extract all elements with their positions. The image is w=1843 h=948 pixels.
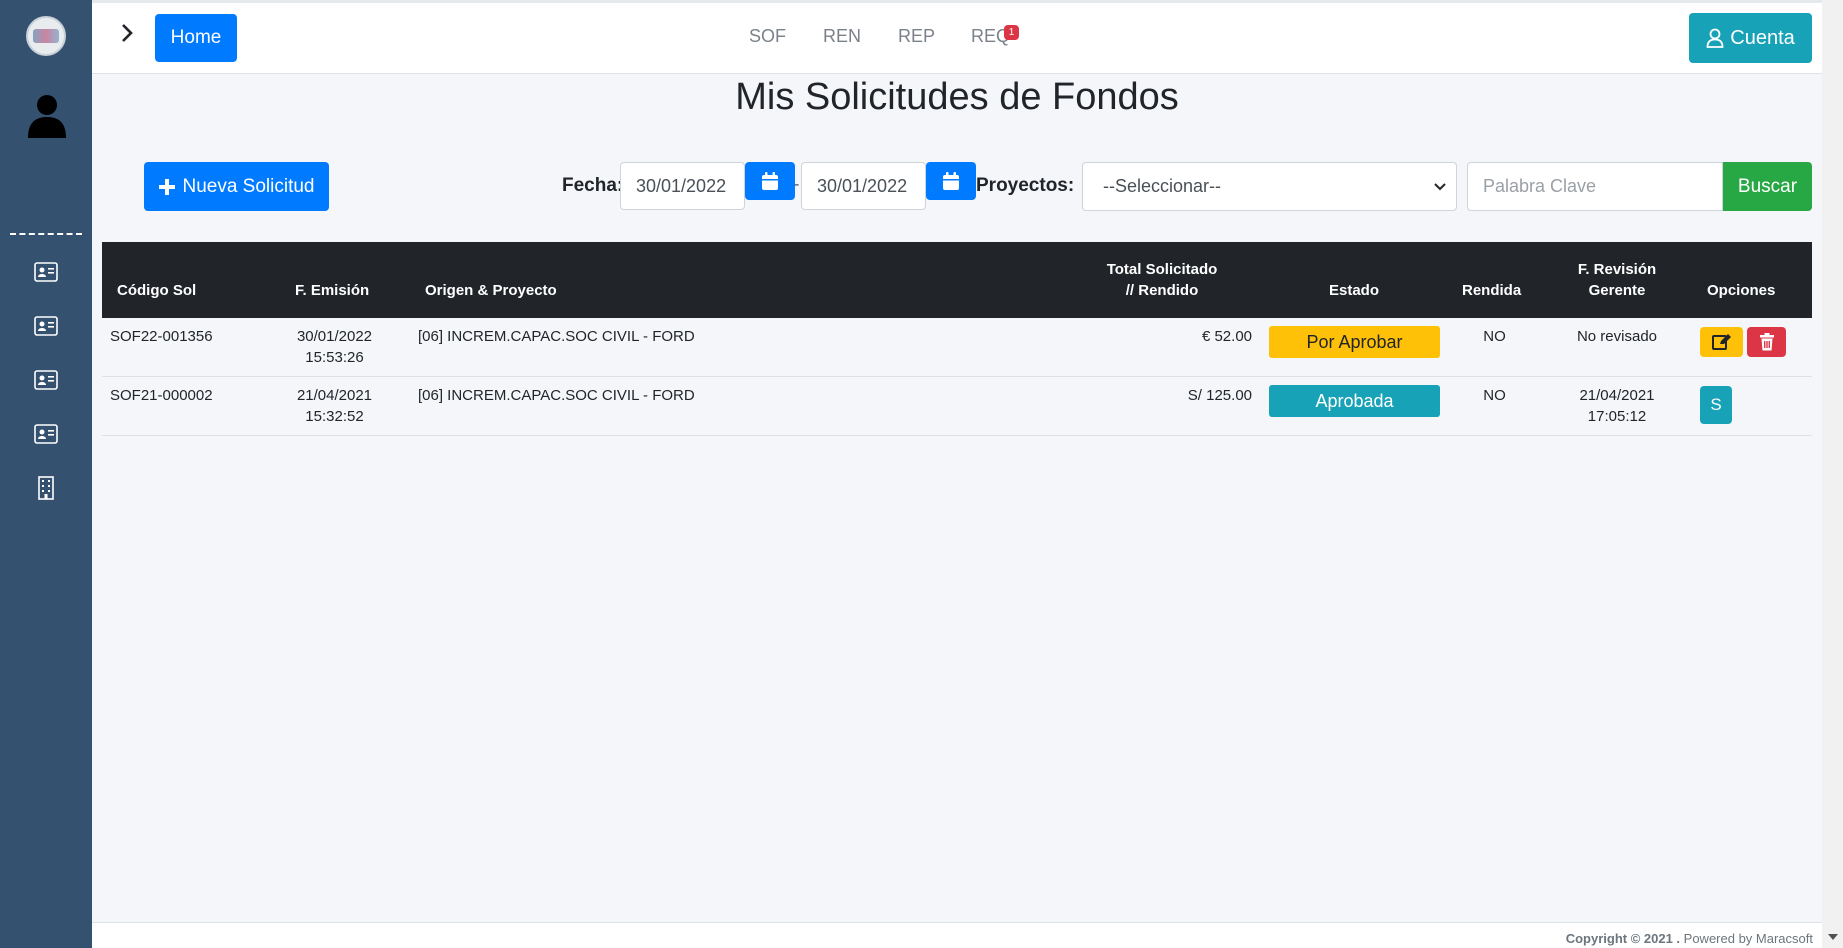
projects-select[interactable]: --Seleccionar-- [1082,162,1457,211]
header-total-line2: // Rendido [1125,282,1199,299]
calendar-icon [943,172,959,190]
header-review-line2: Gerente [1588,282,1646,299]
account-label: Cuenta [1730,26,1795,49]
footer: Copyright © 2021 . Powered by Maracsoft [92,922,1843,948]
calendar-icon [762,172,778,190]
id-card-icon[interactable] [34,262,58,282]
cell-review-line1: No revisado [1576,328,1658,345]
nav-link-rep[interactable]: REP [898,26,935,47]
scroll-down-arrow-icon[interactable] [1828,934,1838,940]
id-card-icon[interactable] [34,424,58,444]
top-navbar [92,0,1843,74]
projects-label: Proyectos: [976,175,1075,196]
cell-review: No revisado [1562,326,1672,347]
keyword-input[interactable]: Palabra Clave [1467,162,1723,211]
date-separator: - [794,176,800,193]
status-badge: Por Aprobar [1269,326,1440,358]
header-total-line1: Total Solicitado [1106,261,1218,278]
cell-code: SOF22-001356 [110,328,213,345]
footer-copyright: Copyright © 2021 . [1565,931,1681,946]
cell-rendered: NO [1483,387,1506,404]
header-review: F. Revisión Gerente [1567,259,1667,301]
user-icon [1706,28,1724,48]
footer-powered: Powered by Maracsoft [1683,931,1813,946]
sidebar-divider [10,233,82,235]
cell-origin: [06] INCREM.CAPAC.SOC CIVIL - FORD [418,387,695,404]
cell-emission: 21/04/2021 15:32:52 [267,385,402,427]
cell-review-line2: 17:05:12 [1587,408,1647,425]
cell-rendered: NO [1483,328,1506,345]
projects-selected-value: --Seleccionar-- [1103,176,1222,196]
chevron-right-icon[interactable] [118,22,136,44]
cell-emission-time: 15:53:26 [305,349,364,366]
new-request-button[interactable]: Nueva Solicitud [144,162,329,211]
header-review-line1: F. Revisión [1577,261,1657,278]
header-code: Código Sol [117,282,197,299]
chevron-down-icon [1434,182,1446,190]
date-label: Fecha: [562,175,624,196]
cell-total: S/ 125.00 [1187,387,1252,404]
cell-review-line1: 21/04/2021 [1579,387,1655,404]
cell-code: SOF21-000002 [110,387,213,404]
header-emission: F. Emisión [295,282,370,299]
date-to-calendar-button[interactable] [926,162,976,200]
user-avatar-icon[interactable] [26,92,68,138]
header-rendered: Rendida [1462,282,1522,299]
cell-emission-date: 21/04/2021 [296,387,373,404]
page-title: Mis Solicitudes de Fondos [735,76,1179,118]
id-card-icon[interactable] [34,316,58,336]
nav-link-ren[interactable]: REN [823,26,861,47]
trash-icon [1759,333,1774,351]
cell-review: 21/04/2021 17:05:12 [1562,385,1672,427]
table-row: SOF21-000002 21/04/2021 15:32:52 [06] IN… [102,377,1812,436]
date-from-calendar-button[interactable] [745,162,795,200]
account-button[interactable]: Cuenta [1689,13,1812,63]
app-logo[interactable] [26,16,66,56]
edit-icon [1711,334,1731,350]
view-button[interactable]: S [1700,386,1732,424]
cell-emission-time: 15:32:52 [305,408,364,425]
new-request-label: Nueva Solicitud [182,175,315,197]
building-icon[interactable] [37,476,55,500]
sidebar [0,0,92,948]
status-badge: Aprobada [1269,385,1440,417]
plus-icon [159,178,176,195]
home-button[interactable]: Home [155,14,237,62]
table-row: SOF22-001356 30/01/2022 15:53:26 [06] IN… [102,318,1812,377]
id-card-icon[interactable] [34,370,58,390]
scrollbar[interactable] [1822,0,1843,948]
search-button[interactable]: Buscar [1723,162,1812,211]
header-options: Opciones [1707,282,1776,299]
table-header: Código Sol F. Emisión Origen & Proyecto … [102,242,1812,318]
header-origin: Origen & Proyecto [425,282,557,299]
cell-origin: [06] INCREM.CAPAC.SOC CIVIL - FORD [418,328,695,345]
nav-link-sof[interactable]: SOF [749,26,786,47]
cell-emission: 30/01/2022 15:53:26 [267,326,402,368]
delete-button[interactable] [1747,327,1786,357]
header-total: Total Solicitado // Rendido [1082,259,1242,301]
header-state: Estado [1329,282,1380,299]
footer-text: Copyright © 2021 . Powered by Maracsoft [1566,931,1813,946]
edit-button[interactable] [1700,327,1743,357]
date-to-input[interactable]: 30/01/2022 [801,162,926,210]
cell-total: € 52.00 [1201,328,1252,345]
cell-emission-date: 30/01/2022 [296,328,373,345]
req-notification-badge: 1 [1004,25,1019,40]
date-from-input[interactable]: 30/01/2022 [620,162,745,210]
